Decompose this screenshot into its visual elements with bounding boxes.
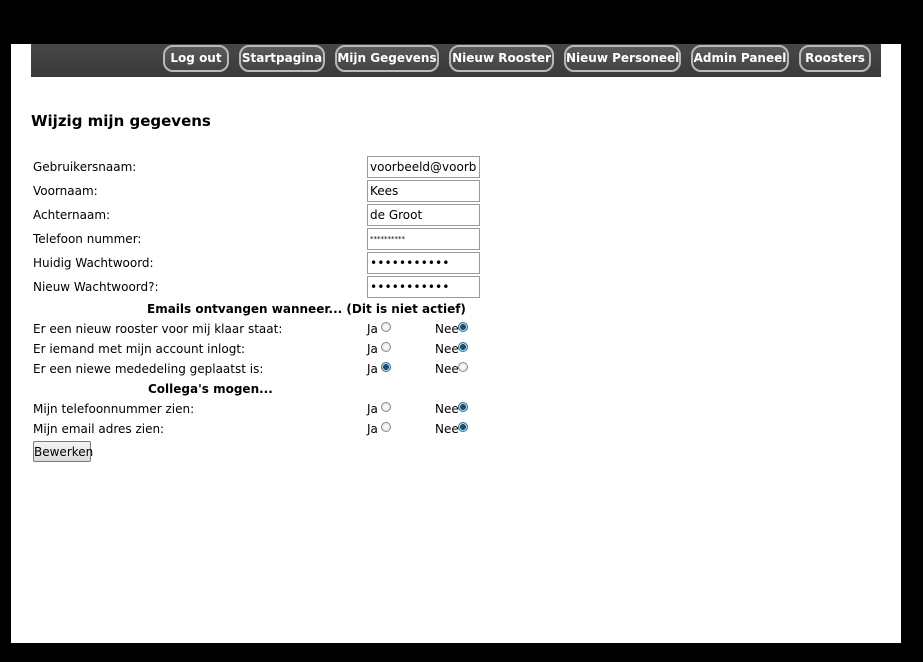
lastname-label: Achternaam: <box>33 208 111 222</box>
emails-section-header: Emails ontvangen wanneer... (Dit is niet… <box>147 302 466 316</box>
colleagues-section-header: Collega's mogen... <box>148 382 273 396</box>
phone-label: Telefoon nummer: <box>33 232 142 246</box>
q3-no-label: Nee <box>435 362 459 376</box>
q4-no-radio[interactable] <box>458 402 468 412</box>
page-container: Log out Startpagina Mijn Gegevens Nieuw … <box>11 44 901 643</box>
logout-button[interactable]: Log out <box>163 45 229 72</box>
mijn-gegevens-button[interactable]: Mijn Gegevens <box>335 45 439 72</box>
q2-yes-radio[interactable] <box>381 342 391 352</box>
question-email-visible-label: Mijn email adres zien: <box>33 422 165 436</box>
q1-no-radio[interactable] <box>458 322 468 332</box>
q3-no-radio[interactable] <box>458 362 468 372</box>
roosters-button[interactable]: Roosters <box>799 45 871 72</box>
question-new-rooster-label: Er een nieuw rooster voor mij klaar staa… <box>33 322 283 336</box>
new-password-input[interactable] <box>367 276 480 298</box>
page-title: Wijzig mijn gegevens <box>31 112 211 130</box>
startpagina-button[interactable]: Startpagina <box>239 45 325 72</box>
current-password-label: Huidig Wachtwoord: <box>33 256 154 270</box>
q2-no-label: Nee <box>435 342 459 356</box>
q1-yes-label: Ja <box>367 322 378 336</box>
firstname-label: Voornaam: <box>33 184 98 198</box>
nieuw-personeel-button[interactable]: Nieuw Personeel <box>564 45 681 72</box>
phone-input[interactable] <box>367 228 480 250</box>
firstname-input[interactable] <box>367 180 480 202</box>
q1-no-label: Nee <box>435 322 459 336</box>
question-announcement-label: Er een niewe mededeling geplaatst is: <box>33 362 264 376</box>
lastname-input[interactable] <box>367 204 480 226</box>
current-password-input[interactable] <box>367 252 480 274</box>
q5-yes-label: Ja <box>367 422 378 436</box>
top-navigation-bar: Log out Startpagina Mijn Gegevens Nieuw … <box>31 44 881 77</box>
q5-yes-radio[interactable] <box>381 422 391 432</box>
q2-yes-label: Ja <box>367 342 378 356</box>
admin-paneel-button[interactable]: Admin Paneel <box>691 45 789 72</box>
q2-no-radio[interactable] <box>458 342 468 352</box>
q4-no-label: Nee <box>435 402 459 416</box>
q5-no-radio[interactable] <box>458 422 468 432</box>
q5-no-label: Nee <box>435 422 459 436</box>
question-login-label: Er iemand met mijn account inlogt: <box>33 342 246 356</box>
nieuw-rooster-button[interactable]: Nieuw Rooster <box>449 45 554 72</box>
q1-yes-radio[interactable] <box>381 322 391 332</box>
q3-yes-radio[interactable] <box>381 362 391 372</box>
new-password-label: Nieuw Wachtwoord?: <box>33 280 159 294</box>
q4-yes-label: Ja <box>367 402 378 416</box>
username-input[interactable] <box>367 156 480 178</box>
q3-yes-label: Ja <box>367 362 378 376</box>
username-label: Gebruikersnaam: <box>33 160 137 174</box>
bewerken-button[interactable]: Bewerken <box>33 441 93 462</box>
question-phone-visible-label: Mijn telefoonnummer zien: <box>33 402 195 416</box>
q4-yes-radio[interactable] <box>381 402 391 412</box>
